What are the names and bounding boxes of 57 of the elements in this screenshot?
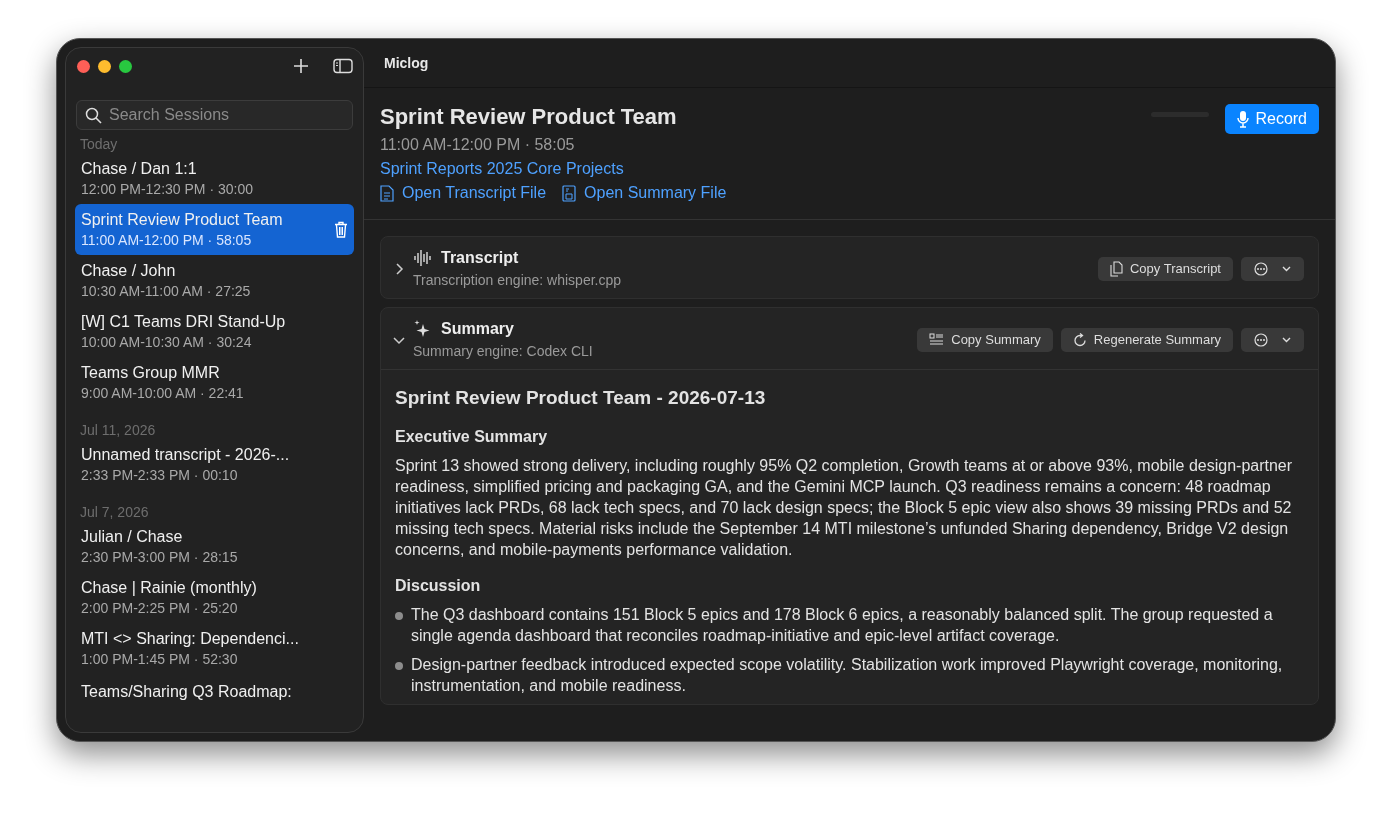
document-icon	[562, 184, 577, 202]
group-header: Today	[79, 135, 119, 154]
subheading: Discussion	[395, 575, 482, 596]
search-field[interactable]: Search Sessions	[76, 100, 353, 130]
session-item[interactable]: Chase / Dan 1:1 12:00 PM-12:30 PM · 30:00	[75, 153, 354, 204]
search-icon	[85, 107, 102, 124]
engine-label: Transcription engine: whisper.cpp	[413, 271, 622, 290]
project-link[interactable]: Sprint Reports 2025 Core Projects	[380, 160, 624, 177]
microphone-icon	[1237, 110, 1250, 128]
zoom-button[interactable]	[119, 59, 132, 73]
waveform-icon	[413, 249, 433, 267]
session-item[interactable]: Chase | Rainie (monthly) 2:00 PM-2:25 PM · 25:20	[75, 572, 354, 623]
session-item[interactable]: Julian / Chase 2:30 PM-3:00 PM · 28:15	[75, 521, 354, 572]
group-header: Jul 11, 2026	[79, 421, 157, 440]
session-item[interactable]: Sprint Review Product Team 11:00 AM-12:00 PM · 58:05	[75, 204, 354, 255]
more-menu-button[interactable]	[1241, 256, 1304, 281]
engine-label: Summary engine: Codex CLI	[413, 342, 593, 361]
section-title: Summary	[441, 319, 514, 339]
add-icon[interactable]	[293, 58, 309, 74]
caret-icon	[1282, 336, 1291, 343]
minimize-button[interactable]	[98, 59, 111, 73]
session-item[interactable]: Teams Group MMR 9:00 AM-10:00 AM · 22:41	[75, 357, 354, 408]
record-button[interactable]: Record	[1225, 104, 1319, 134]
session-item[interactable]: Unnamed transcript - 2026-... 2:33 PM-2:33 PM · 00:10	[75, 439, 354, 490]
close-button[interactable]	[77, 59, 90, 73]
trash-icon[interactable]	[334, 221, 348, 238]
file-link[interactable]: Open Summary File	[562, 181, 727, 205]
copy-icon	[1109, 260, 1123, 277]
session-item[interactable]: MTI <> Sharing: Dependenci... 1:00 PM-1:45 PM · 52:30	[75, 623, 354, 674]
group-header: Jul 7, 2026	[79, 503, 150, 522]
bullet-text: The Q3 dashboard contains 151 Block 5 epics and 178 Block 6 epics, a reasonably balanced split. The group requested a single agenda dashboard that reconciles roadmap-initiative and epic-level artifact coverage.	[411, 604, 1274, 646]
file-link[interactable]: Open Transcript File	[380, 181, 547, 205]
bullet-text: Design-partner feedback introduced expected scope volatility. Stabilization work improved Playwright coverage, monitoring, instrumentation, and mobile readiness.	[411, 654, 1284, 696]
more-icon	[1254, 261, 1268, 276]
document-icon	[380, 184, 394, 202]
bullet-icon	[395, 611, 403, 620]
section-title: Transcript	[441, 248, 519, 268]
sidebar-toggle-icon[interactable]	[333, 58, 353, 74]
window-title: Miclog	[384, 53, 429, 73]
copy-button[interactable]: Copy Transcript	[1097, 256, 1233, 281]
list-icon	[929, 333, 945, 346]
subheading: Executive Summary	[395, 426, 549, 447]
session-title: Sprint Review Product Team	[380, 103, 678, 131]
copy-button[interactable]: Copy Summary	[917, 327, 1053, 352]
more-icon	[1254, 332, 1268, 347]
caret-icon	[1282, 265, 1291, 272]
session-time: 11:00 AM-12:00 PM · 58:05	[380, 135, 576, 155]
session-item[interactable]: [W] C1 Teams DRI Stand-Up 10:00 AM-10:30 AM · 30:24	[75, 306, 354, 357]
more-menu-button[interactable]	[1241, 327, 1304, 352]
regenerate-button[interactable]: Regenerate Summary	[1060, 327, 1233, 352]
session-item[interactable]: Chase / John 10:30 AM-11:00 AM · 27:25	[75, 255, 354, 306]
bullet-icon	[395, 661, 403, 670]
session-item[interactable]: Teams/Sharing Q3 Roadmap:	[75, 674, 354, 706]
refresh-icon	[1072, 332, 1087, 347]
chevron-right-icon[interactable]	[393, 262, 405, 275]
summary-heading: Sprint Review Product Team - 2026-07-13	[395, 386, 767, 410]
summary-paragraph: Sprint 13 showed strong delivery, including roughly 95% Q2 completion, Growth teams at or above 93%, mobile design-partner readiness, simplified pricing and packaging GA, and the Gemini MCP launch. Q3 readiness remains a concern: 48 roadmap initiatives lack PRDs, 68 lack tech specs, and 70 lack design specs; the Block 5 epic view also shows 39 missing PRDs and 52 missing tech specs. Material risks include the September 14 MTI milestone’s unfunded Sharing dependency, Bridge V2 design concerns, and mobile-payments performance validation.	[395, 455, 1294, 560]
